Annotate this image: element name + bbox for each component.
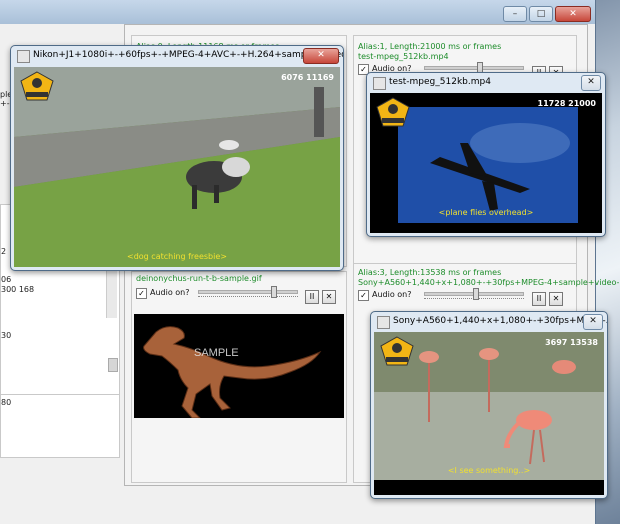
video-window-title: test-mpeg_512kb.mp4 bbox=[389, 77, 491, 87]
dog-scene-image bbox=[14, 67, 340, 267]
left-pane-text: 300 168 bbox=[1, 285, 35, 294]
video-frame-dog: 6076 11169 <dog catching freesbie> bbox=[14, 67, 340, 267]
scrollbar-thumb[interactable] bbox=[108, 358, 118, 372]
video-timecode: 3697 13538 bbox=[545, 338, 598, 347]
audio-volume-slider[interactable] bbox=[424, 288, 524, 300]
left-pane-text: 06 bbox=[1, 275, 12, 284]
stop-button[interactable]: ✕ bbox=[549, 292, 563, 306]
video-caption: <dog catching freesbie> bbox=[127, 252, 227, 261]
pause-button[interactable]: II bbox=[305, 290, 319, 304]
app-icon bbox=[373, 77, 386, 90]
app-icon bbox=[377, 316, 390, 329]
video-window-dog[interactable]: Nikon+J1+1080i+-+60fps+-+MPEG-4+AVC+-+H.… bbox=[10, 45, 344, 271]
video-window-titlebar[interactable]: Sony+A560+1,440+x+1,080+-+30fps+MPEG-... bbox=[371, 312, 607, 332]
video-window-close-button[interactable]: ✕ bbox=[583, 314, 603, 330]
video-timecode: 11728 21000 bbox=[537, 99, 596, 108]
left-pane-text: 80 bbox=[1, 398, 12, 407]
pause-button[interactable]: II bbox=[532, 292, 546, 306]
audio-systems-logo bbox=[380, 336, 414, 366]
audio-systems-logo bbox=[376, 97, 410, 127]
video-caption: <I see something..> bbox=[447, 466, 531, 475]
panel-filename-text: deinonychus-run-t-b-sample.gif bbox=[136, 274, 262, 283]
video-window-title: Nikon+J1+1080i+-+60fps+-+MPEG-4+AVC+-+H.… bbox=[33, 50, 343, 60]
slider-thumb[interactable] bbox=[472, 288, 479, 300]
video-window-flamingo[interactable]: Sony+A560+1,440+x+1,080+-+30fps+MPEG-...… bbox=[370, 311, 608, 499]
video-window-titlebar[interactable]: Nikon+J1+1080i+-+60fps+-+MPEG-4+AVC+-+H.… bbox=[11, 46, 343, 66]
maximize-button[interactable]: □ bbox=[529, 6, 553, 22]
app-icon bbox=[17, 50, 30, 63]
raptor-image: SAMPLE bbox=[143, 326, 322, 418]
video-window-title: Sony+A560+1,440+x+1,080+-+30fps+MPEG-... bbox=[393, 316, 607, 326]
audio-checkbox[interactable]: ✓ bbox=[358, 290, 369, 301]
left-pane-text: 2 bbox=[1, 247, 7, 256]
dino-gif-view: SAMPLE bbox=[134, 314, 344, 418]
panel-alias-text: Alias:1, Length:21000 ms or frames bbox=[358, 42, 502, 51]
video-frame-plane: 11728 21000 <plane flies overhead> bbox=[370, 93, 602, 233]
stop-button[interactable]: ✕ bbox=[322, 290, 336, 304]
panel-alias-text: Alias:3, Length:13538 ms or frames bbox=[358, 268, 502, 277]
left-text-box[interactable]: 80 bbox=[0, 394, 120, 458]
left-pane-text: 30 bbox=[1, 331, 12, 340]
video-timecode: 6076 11169 bbox=[281, 73, 334, 82]
video-window-close-button[interactable]: ✕ bbox=[581, 75, 601, 91]
video-window-titlebar[interactable]: test-mpeg_512kb.mp4 bbox=[367, 73, 605, 93]
audio-checkbox[interactable]: ✓ bbox=[136, 288, 147, 299]
close-button[interactable]: ✕ bbox=[555, 6, 591, 22]
audio-volume-slider[interactable] bbox=[198, 286, 298, 298]
video-window-plane[interactable]: test-mpeg_512kb.mp4 ✕ 11728 21000 <plane… bbox=[366, 72, 606, 237]
video-caption: <plane flies overhead> bbox=[438, 208, 534, 217]
audio-systems-logo bbox=[20, 71, 54, 101]
gif-watermark: SAMPLE bbox=[194, 347, 239, 359]
minimize-button[interactable]: – bbox=[503, 6, 527, 22]
panel-filename-text: test-mpeg_512kb.mp4 bbox=[358, 52, 449, 61]
audio-checkbox-label: Audio on? bbox=[150, 288, 190, 297]
video-window-close-button[interactable]: ✕ bbox=[303, 48, 339, 64]
audio-checkbox-label: Audio on? bbox=[372, 290, 412, 299]
main-titlebar[interactable]: – □ ✕ bbox=[0, 0, 595, 24]
panel-filename-text: Sony+A560+1,440+x+1,080+-+30fps+MPEG-4+s… bbox=[358, 278, 620, 287]
video-frame-flamingo: 3697 13538 <I see something..> bbox=[374, 332, 604, 495]
left-pane-text: +- bbox=[0, 99, 10, 108]
slider-thumb[interactable] bbox=[271, 286, 278, 298]
